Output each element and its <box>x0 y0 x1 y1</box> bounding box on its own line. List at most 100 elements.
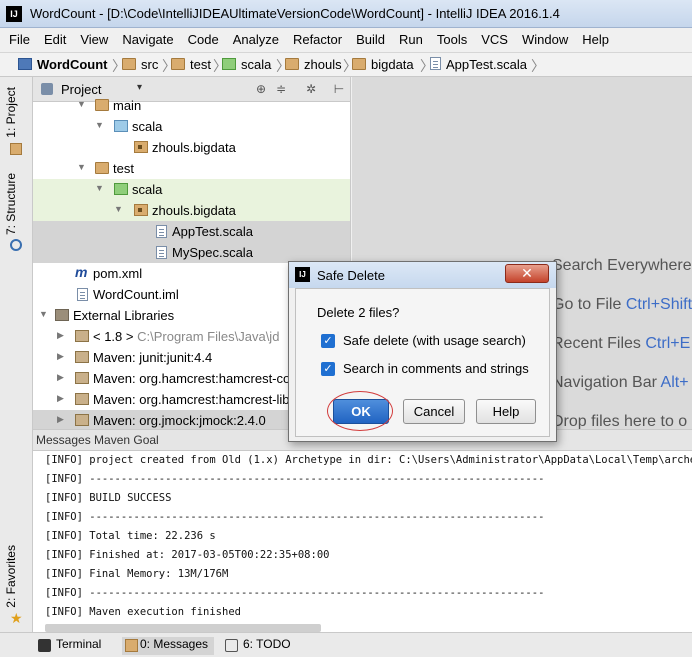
expand-arrow-icon: ▶ <box>57 372 64 382</box>
title-bar: IJ WordCount - [D:\Code\IntelliJIDEAUlti… <box>0 0 692 28</box>
hint-go-to-file: Go to File Ctrl+Shift <box>552 296 692 313</box>
menu-code[interactable]: Code <box>181 28 226 52</box>
menu-file[interactable]: File <box>0 28 37 52</box>
file-icon <box>77 288 88 301</box>
dialog-title: Safe Delete <box>317 268 385 283</box>
crumb-scala[interactable]: scala <box>222 57 271 74</box>
menu-view[interactable]: View <box>73 28 115 52</box>
menu-run[interactable]: Run <box>392 28 430 52</box>
folder-icon <box>95 162 109 174</box>
menu-tools[interactable]: Tools <box>430 28 474 52</box>
tab-terminal[interactable]: Terminal <box>38 637 101 655</box>
jar-icon <box>75 414 89 426</box>
tree-item-scala-main[interactable]: ▼ scala <box>33 116 350 137</box>
bottom-tool-strip: Terminal 0: Messages 6: TODO <box>0 632 692 657</box>
scala-file-icon <box>156 246 167 259</box>
checkmark-icon: ✓ <box>321 334 335 348</box>
log-line: [INFO] BUILD SUCCESS <box>45 492 172 504</box>
expand-arrow-icon: ▼ <box>95 120 104 130</box>
expand-arrow-icon: ▶ <box>57 393 64 403</box>
jdk-icon <box>75 330 89 342</box>
log-line: [INFO] Maven execution finished <box>45 606 241 618</box>
log-line: [INFO] ---------------------------------… <box>45 473 545 485</box>
crumb-src[interactable]: src <box>122 57 158 74</box>
tab-messages[interactable]: 0: Messages <box>122 637 215 655</box>
expand-arrow-icon: ▼ <box>77 162 86 172</box>
tree-item-test[interactable]: ▼ test <box>33 158 350 179</box>
crumb-wordcount[interactable]: WordCount <box>18 57 108 74</box>
cancel-button[interactable]: Cancel <box>403 399 465 424</box>
dialog-body: Delete 2 files? ✓ Safe delete (with usag… <box>295 288 550 437</box>
maven-icon: m <box>75 264 88 280</box>
help-button[interactable]: Help <box>476 399 536 424</box>
expand-arrow-icon: ▶ <box>57 351 64 361</box>
library-icon <box>55 309 69 321</box>
menu-refactor[interactable]: Refactor <box>286 28 349 52</box>
tab-structure[interactable]: 7: Structure <box>4 173 18 235</box>
safe-delete-dialog: IJ Safe Delete ✕ Delete 2 files? ✓ Safe … <box>288 261 557 442</box>
log-line: [INFO] Final Memory: 13M/176M <box>45 568 229 580</box>
jar-icon <box>75 372 89 384</box>
close-button[interactable]: ✕ <box>505 264 549 283</box>
source-folder-icon <box>114 120 128 132</box>
scala-file-icon <box>156 225 167 238</box>
hint-navigation-bar: Navigation Bar Alt+ <box>552 374 689 391</box>
crumb-bigdata[interactable]: bigdata <box>352 57 414 74</box>
dialog-title-bar: IJ Safe Delete ✕ <box>289 262 556 288</box>
test-folder-icon <box>114 183 128 195</box>
tree-item-apptest[interactable]: AppTest.scala <box>33 221 350 242</box>
tab-todo[interactable]: 6: TODO <box>225 637 291 655</box>
tree-item-package-main[interactable]: zhouls.bigdata <box>33 137 350 158</box>
window-title: WordCount - [D:\Code\IntelliJIDEAUltimat… <box>30 6 560 21</box>
hint-recent-files: Recent Files Ctrl+E <box>552 335 691 352</box>
module-icon <box>18 58 32 70</box>
structure-icon <box>10 239 22 251</box>
dialog-question: Delete 2 files? <box>317 305 400 320</box>
menu-help[interactable]: Help <box>575 28 616 52</box>
scala-file-icon <box>430 57 441 70</box>
intellij-app-icon: IJ <box>6 6 22 22</box>
tree-item-main[interactable]: ▼ main <box>33 95 350 116</box>
tree-item-myspec[interactable]: MySpec.scala <box>33 242 350 263</box>
project-view-icon <box>41 83 53 95</box>
expand-arrow-icon: ▶ <box>57 414 64 424</box>
messages-icon <box>125 639 138 652</box>
breadcrumb: WordCount 〉 src 〉 test 〉 scala 〉 zhouls … <box>0 52 692 77</box>
crumb-test[interactable]: test <box>171 57 211 74</box>
checkmark-icon: ✓ <box>321 362 335 376</box>
jar-icon <box>75 351 89 363</box>
package-icon <box>134 141 148 153</box>
crumb-zhouls[interactable]: zhouls <box>285 57 342 74</box>
star-icon: ★ <box>10 610 23 626</box>
menu-analyze[interactable]: Analyze <box>226 28 286 52</box>
horizontal-scrollbar[interactable] <box>45 624 321 632</box>
chevron-right-icon: 〉 <box>531 58 545 74</box>
hint-search-everywhere: Search Everywhere <box>552 257 692 274</box>
expand-arrow-icon: ▼ <box>77 99 86 109</box>
tab-project[interactable]: 1: Project <box>4 87 18 138</box>
tree-item-scala-test[interactable]: ▼ scala <box>33 179 350 200</box>
tree-item-package-test[interactable]: ▼ zhouls.bigdata <box>33 200 350 221</box>
package-icon <box>134 204 148 216</box>
menu-navigate[interactable]: Navigate <box>115 28 180 52</box>
intellij-app-icon: IJ <box>295 267 310 282</box>
crumb-apptest[interactable]: AppTest.scala <box>430 57 527 74</box>
folder-icon <box>171 58 185 70</box>
menu-bar: File Edit View Navigate Code Analyze Refactor B… <box>0 28 692 52</box>
log-line: [INFO] ---------------------------------… <box>45 511 545 523</box>
log-line: [INFO] Finished at: 2017-03-05T00:22:35+… <box>45 549 330 561</box>
log-line: [INFO] Total time: 22.236 s <box>45 530 216 542</box>
todo-icon <box>225 639 238 652</box>
menu-edit[interactable]: Edit <box>37 28 73 52</box>
log-line: [INFO] ---------------------------------… <box>45 587 545 599</box>
folder-icon <box>122 58 136 70</box>
menu-window[interactable]: Window <box>515 28 575 52</box>
tab-favorites[interactable]: 2: Favorites <box>4 545 18 608</box>
expand-arrow-icon: ▶ <box>57 330 64 340</box>
menu-vcs[interactable]: VCS <box>474 28 515 52</box>
menu-build[interactable]: Build <box>349 28 392 52</box>
hint-drop-files: Drop files here to o <box>552 413 688 429</box>
log-line: [INFO] project created from Old (1.x) Ar… <box>45 454 692 466</box>
expand-arrow-icon: ▼ <box>39 309 48 319</box>
folder-icon <box>352 58 366 70</box>
